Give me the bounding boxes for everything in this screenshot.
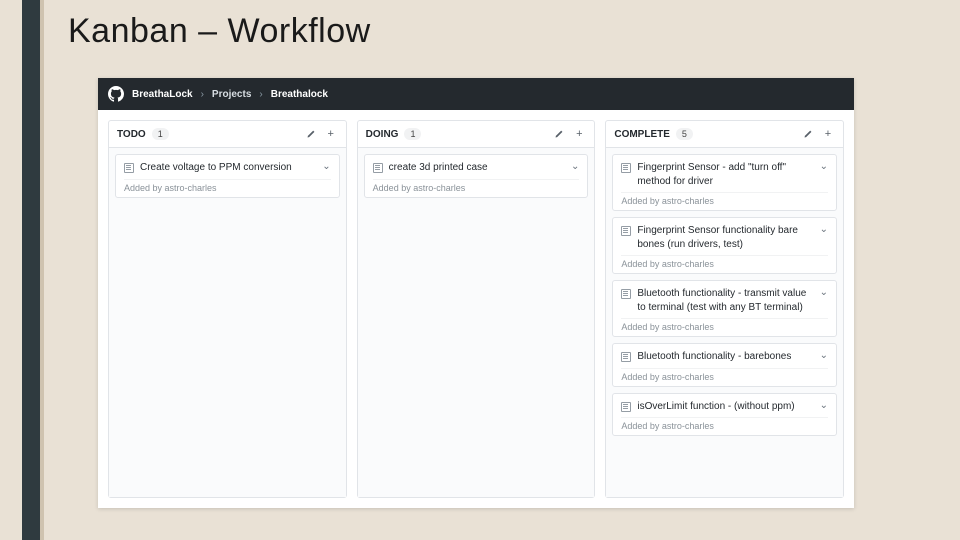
topbar: BreathaLock › Projects › Breathalock [98, 78, 854, 110]
kanban-board: TODO 1 + Create voltage to PPM conversion ⌄ A… [98, 110, 854, 508]
chevron-down-icon[interactable]: ⌄ [567, 161, 579, 172]
column-title: TODO [117, 129, 146, 140]
chevron-down-icon[interactable]: ⌄ [816, 400, 828, 411]
column-title: COMPLETE [614, 129, 670, 140]
card-title: Fingerprint Sensor - add "turn off" meth… [637, 161, 809, 188]
board-column: DOING 1 + create 3d printed case ⌄ Added by a… [357, 120, 596, 498]
breadcrumb-project-name[interactable]: Breathalock [271, 89, 328, 100]
column-title: DOING [366, 129, 399, 140]
note-icon [373, 163, 383, 173]
add-card-button[interactable]: + [821, 127, 835, 141]
chevron-right-icon: › [201, 89, 204, 100]
chevron-right-icon: › [259, 89, 262, 100]
pencil-icon[interactable] [552, 127, 566, 141]
pencil-icon[interactable] [304, 127, 318, 141]
card-title: create 3d printed case [389, 161, 561, 175]
note-icon [621, 352, 631, 362]
chevron-down-icon[interactable]: ⌄ [318, 161, 330, 172]
column-body: Fingerprint Sensor - add "turn off" meth… [606, 148, 843, 497]
slide-title: Kanban – Workflow [68, 12, 371, 51]
card-title: Create voltage to PPM conversion [140, 161, 312, 175]
card-meta: Added by astro-charles [124, 179, 331, 193]
column-count-badge: 1 [404, 128, 421, 140]
kanban-card[interactable]: isOverLimit function - (without ppm) ⌄ Add… [612, 393, 837, 437]
note-icon [621, 163, 631, 173]
card-title: Bluetooth functionality - barebones [637, 350, 809, 364]
note-icon [621, 289, 631, 299]
chevron-down-icon[interactable]: ⌄ [816, 350, 828, 361]
card-meta: Added by astro-charles [373, 179, 580, 193]
pencil-icon[interactable] [801, 127, 815, 141]
note-icon [621, 402, 631, 412]
kanban-card[interactable]: Bluetooth functionality - barebones ⌄ Adde… [612, 343, 837, 387]
add-card-button[interactable]: + [324, 127, 338, 141]
chevron-down-icon[interactable]: ⌄ [816, 287, 828, 298]
card-title: Bluetooth functionality - transmit value… [637, 287, 809, 314]
kanban-card[interactable]: Bluetooth functionality - transmit value… [612, 280, 837, 337]
kanban-card[interactable]: Fingerprint Sensor functionality bare bo… [612, 217, 837, 274]
breadcrumb-projects[interactable]: Projects [212, 89, 251, 100]
github-logo-icon [108, 86, 124, 102]
note-icon [124, 163, 134, 173]
column-count-badge: 1 [152, 128, 169, 140]
column-header: TODO 1 + [109, 121, 346, 148]
card-meta: Added by astro-charles [621, 417, 828, 431]
card-meta: Added by astro-charles [621, 255, 828, 269]
slide: Kanban – Workflow BreathaLock › Projects… [0, 0, 960, 540]
card-meta: Added by astro-charles [621, 318, 828, 332]
accent-bar [22, 0, 40, 540]
column-body: Create voltage to PPM conversion ⌄ Added b… [109, 148, 346, 497]
card-title: Fingerprint Sensor functionality bare bo… [637, 224, 809, 251]
kanban-card[interactable]: create 3d printed case ⌄ Added by astro-ch… [364, 154, 589, 198]
column-body: create 3d printed case ⌄ Added by astro-ch… [358, 148, 595, 497]
kanban-card[interactable]: Fingerprint Sensor - add "turn off" meth… [612, 154, 837, 211]
note-icon [621, 226, 631, 236]
card-meta: Added by astro-charles [621, 368, 828, 382]
chevron-down-icon[interactable]: ⌄ [816, 161, 828, 172]
card-meta: Added by astro-charles [621, 192, 828, 206]
add-card-button[interactable]: + [572, 127, 586, 141]
breadcrumb-org[interactable]: BreathaLock [132, 89, 193, 100]
card-title: isOverLimit function - (without ppm) [637, 400, 809, 414]
kanban-card[interactable]: Create voltage to PPM conversion ⌄ Added b… [115, 154, 340, 198]
board-column: TODO 1 + Create voltage to PPM conversion ⌄ A… [108, 120, 347, 498]
column-header: COMPLETE 5 + [606, 121, 843, 148]
column-count-badge: 5 [676, 128, 693, 140]
chevron-down-icon[interactable]: ⌄ [816, 224, 828, 235]
board-column: COMPLETE 5 + Fingerprint Sensor - add "turn… [605, 120, 844, 498]
column-header: DOING 1 + [358, 121, 595, 148]
github-project-board: BreathaLock › Projects › Breathalock TOD… [98, 78, 854, 508]
